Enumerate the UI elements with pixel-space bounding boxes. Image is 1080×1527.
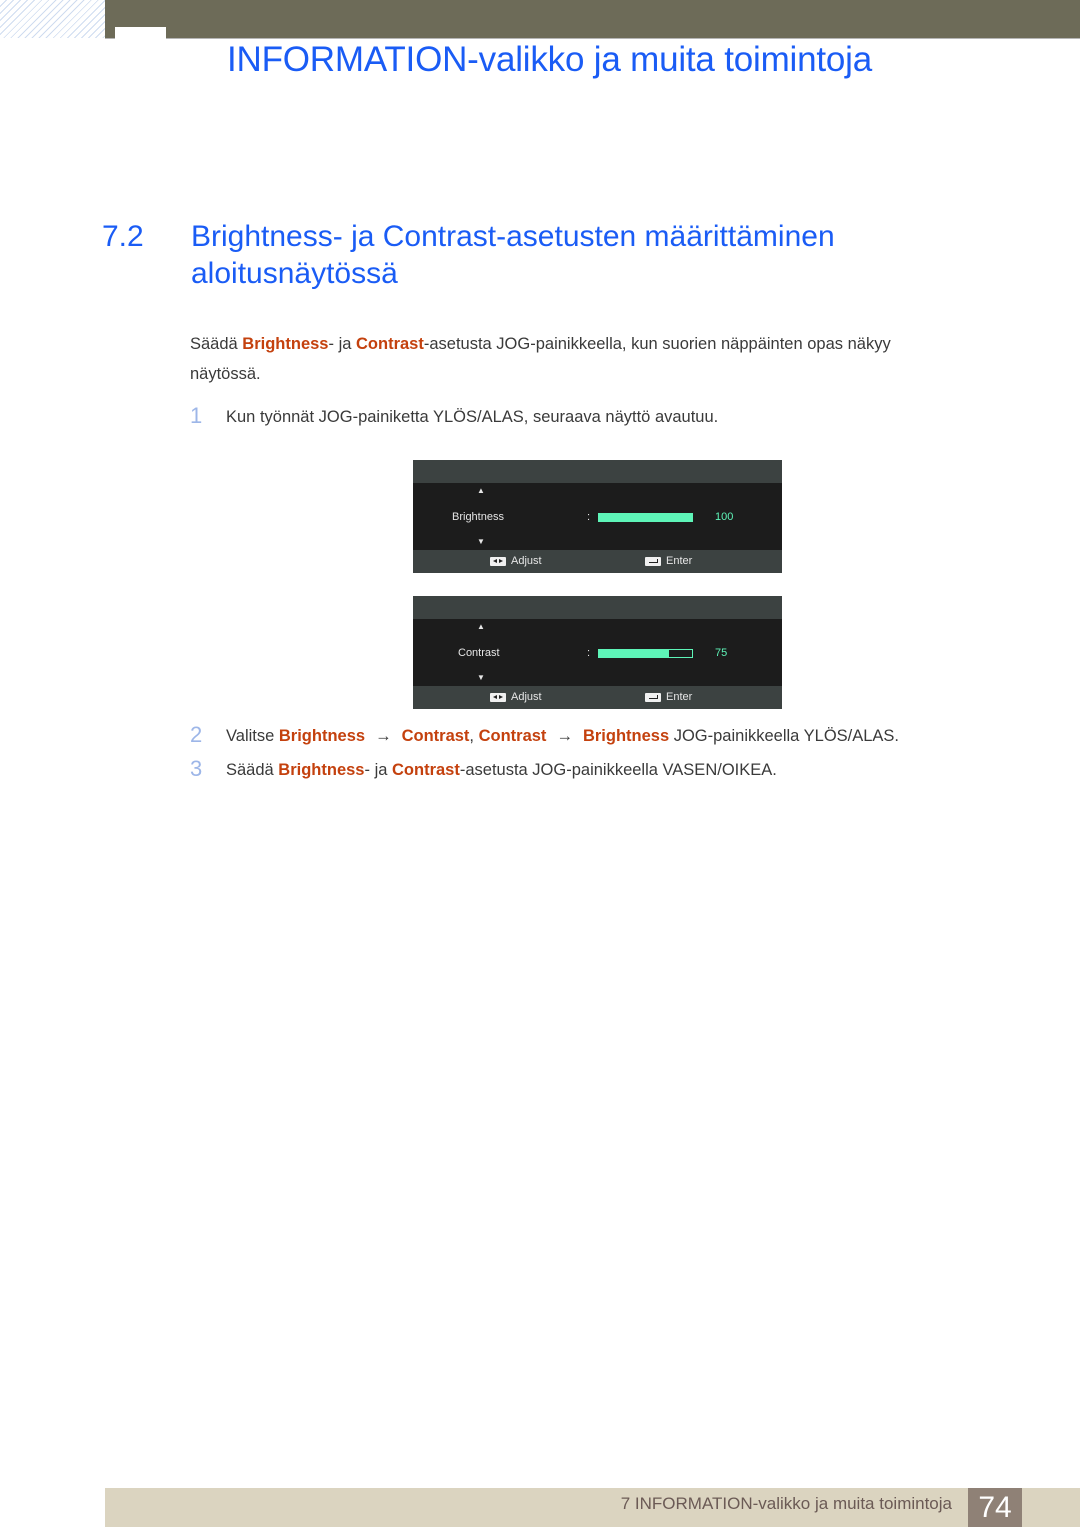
section-number: 7.2 bbox=[102, 220, 144, 253]
intro-text: - ja bbox=[328, 335, 356, 353]
osd-footer: Adjust Enter bbox=[413, 686, 782, 709]
osd-footer: Adjust Enter bbox=[413, 550, 782, 573]
adjust-label: Adjust bbox=[511, 555, 542, 567]
highlight-contrast: Contrast bbox=[356, 335, 424, 353]
osd-header bbox=[413, 460, 782, 483]
osd-enter-hint: Enter bbox=[645, 555, 692, 567]
enter-label: Enter bbox=[666, 555, 693, 567]
osd-screen-contrast: ▲ Contrast : 75 ▼ Adjust Enter bbox=[413, 596, 782, 709]
highlight-contrast: Contrast bbox=[392, 761, 460, 779]
enter-key-icon bbox=[645, 692, 661, 702]
enter-label: Enter bbox=[666, 691, 693, 703]
header-hatch-decoration bbox=[0, 0, 105, 38]
page-number: 74 bbox=[968, 1488, 1022, 1527]
arrow-right-icon: → bbox=[375, 727, 392, 745]
step-text-part: -asetusta JOG-painikkeella VASEN/OIKEA. bbox=[459, 761, 777, 779]
header-tab-marker bbox=[115, 27, 166, 39]
arrow-down-icon: ▼ bbox=[477, 537, 485, 546]
osd-adjust-hint: Adjust bbox=[490, 691, 542, 703]
adjust-label: Adjust bbox=[511, 691, 542, 703]
osd-header bbox=[413, 596, 782, 619]
left-right-key-icon bbox=[490, 556, 506, 566]
arrow-up-icon: ▲ bbox=[477, 622, 485, 631]
footer-chapter-label: 7 INFORMATION-valikko ja muita toimintoj… bbox=[620, 1494, 952, 1513]
osd-label: Contrast bbox=[458, 647, 500, 659]
intro-text: Säädä bbox=[190, 335, 243, 353]
left-right-key-icon bbox=[490, 692, 506, 702]
brightness-level-bar bbox=[598, 513, 693, 522]
highlight-brightness: Brightness bbox=[582, 727, 670, 745]
step-text-part: - ja bbox=[364, 761, 392, 779]
enter-key-icon bbox=[645, 556, 661, 566]
osd-screen-brightness: ▲ Brightness : 100 ▼ Adjust Enter bbox=[413, 460, 782, 573]
osd-value: 100 bbox=[715, 511, 734, 523]
highlight-brightness: Brightness bbox=[278, 727, 366, 745]
highlight-contrast: Contrast bbox=[478, 727, 547, 745]
contrast-level-fill bbox=[599, 650, 669, 657]
step-text-part: Säädä bbox=[226, 761, 279, 779]
header-bar bbox=[105, 0, 1080, 39]
contrast-level-bar bbox=[598, 649, 693, 658]
step-number: 2 bbox=[190, 722, 203, 747]
step-text: Säädä Brightness- ja Contrast-asetusta J… bbox=[226, 761, 777, 780]
separator: , bbox=[469, 727, 479, 745]
arrow-down-icon: ▼ bbox=[477, 673, 485, 682]
osd-colon: : bbox=[587, 647, 591, 659]
brightness-level-fill bbox=[599, 514, 692, 521]
osd-label: Brightness bbox=[452, 511, 504, 523]
arrow-up-icon: ▲ bbox=[477, 486, 485, 495]
step-text-part: Valitse bbox=[226, 727, 279, 745]
intro-paragraph: Säädä Brightness- ja Contrast-asetusta J… bbox=[190, 330, 950, 389]
step-text: Valitse Brightness → Contrast, Contrast → Br… bbox=[226, 727, 899, 746]
section-title: Brightness- ja Contrast-asetusten määrit… bbox=[191, 220, 835, 290]
step-number: 1 bbox=[190, 403, 203, 428]
step-text: Kun työnnät JOG-painiketta YLÖS/ALAS, se… bbox=[226, 408, 719, 426]
osd-value: 75 bbox=[715, 647, 728, 659]
osd-adjust-hint: Adjust bbox=[490, 555, 542, 567]
highlight-contrast: Contrast bbox=[401, 727, 470, 745]
arrow-right-icon: → bbox=[556, 727, 573, 745]
osd-colon: : bbox=[587, 511, 591, 523]
osd-enter-hint: Enter bbox=[645, 691, 692, 703]
step-text-part: JOG-painikkeella YLÖS/ALAS. bbox=[669, 727, 900, 745]
highlight-brightness: Brightness bbox=[278, 761, 365, 779]
step-number: 3 bbox=[190, 756, 203, 781]
chapter-title: INFORMATION-valikko ja muita toimintoja bbox=[227, 40, 873, 79]
highlight-brightness: Brightness bbox=[242, 335, 329, 353]
